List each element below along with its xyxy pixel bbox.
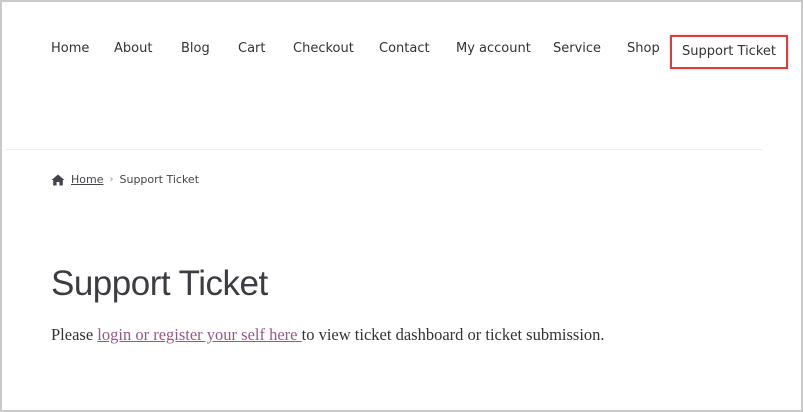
primary-navigation: Home About Blog Cart Checkout Contact My… <box>2 2 801 102</box>
breadcrumb-current: Support Ticket <box>119 173 200 186</box>
page-title: Support Ticket <box>51 264 268 303</box>
login-prompt-suffix: to view ticket dashboard or ticket submi… <box>301 325 605 344</box>
nav-item-blog[interactable]: Blog <box>181 40 210 58</box>
nav-item-about[interactable]: About <box>114 40 152 58</box>
breadcrumb: Home › Support Ticket <box>51 173 199 186</box>
nav-item-contact[interactable]: Contact <box>379 40 430 58</box>
nav-item-cart[interactable]: Cart <box>238 40 266 58</box>
nav-item-shop[interactable]: Shop <box>627 40 660 58</box>
nav-item-checkout[interactable]: Checkout <box>293 40 354 58</box>
nav-item-support-ticket[interactable]: Support Ticket <box>670 35 788 69</box>
login-prompt: Please login or register your self here … <box>51 325 605 345</box>
nav-item-service[interactable]: Service <box>553 40 601 58</box>
nav-item-my-account[interactable]: My account <box>456 40 531 58</box>
home-icon <box>51 174 65 186</box>
breadcrumb-separator: › <box>109 174 114 185</box>
header-divider <box>6 149 762 150</box>
login-prompt-prefix: Please <box>51 325 98 344</box>
login-register-link[interactable]: login or register your self here <box>97 325 301 344</box>
breadcrumb-home-link[interactable]: Home <box>71 173 103 186</box>
page-frame: Home About Blog Cart Checkout Contact My… <box>0 0 803 412</box>
nav-item-home[interactable]: Home <box>51 40 89 58</box>
